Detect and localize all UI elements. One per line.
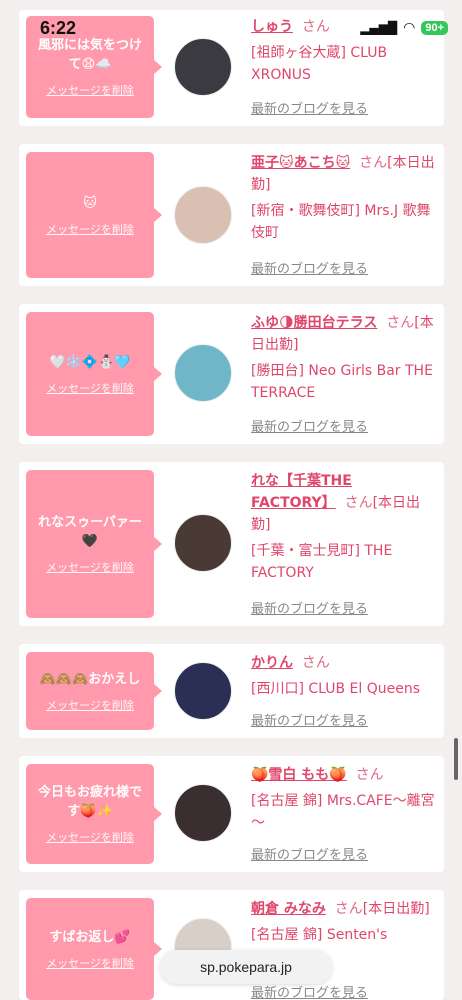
message-card: 風邪には気をつけて😧☁️ メッセージを削除 しゅう さん [祖師ヶ谷大蔵] CL…	[19, 10, 444, 126]
latest-blog-link[interactable]: 最新のブログを見る	[251, 416, 368, 435]
message-bubble: すばお返し💕 メッセージを削除	[26, 898, 162, 1000]
latest-blog-link[interactable]: 最新のブログを見る	[251, 98, 368, 117]
message-text: れなスゥーパァー🖤	[38, 515, 142, 549]
cast-name-link[interactable]: れな【千葉THE FACTORY】	[251, 473, 352, 511]
delete-message-link[interactable]: メッセージを削除	[46, 955, 134, 971]
message-bubble: 風邪には気をつけて😧☁️ メッセージを削除	[26, 16, 162, 118]
shop-name: [祖師ヶ谷大蔵] CLUB XRONUS	[251, 45, 388, 83]
message-bubble: 今日もお疲れ様です🍑✨ メッセージを削除	[26, 764, 162, 864]
cast-name-link[interactable]: しゅう	[251, 19, 293, 35]
avatar[interactable]	[174, 784, 232, 842]
honorific: さん	[301, 19, 330, 35]
message-card: 🙈🙈🙈おかえし メッセージを削除 かりん さん [西川口] CLUB El Qu…	[19, 644, 444, 738]
message-bubble: 🤍❄️💠⛄🩵 メッセージを削除	[26, 312, 162, 436]
message-text: すばお返し💕	[49, 929, 131, 945]
message-card: 🤍❄️💠⛄🩵 メッセージを削除 ふゆ🌗勝田台テラス さん[本日出勤] [勝田台]…	[19, 304, 444, 444]
delete-message-link[interactable]: メッセージを削除	[46, 380, 134, 396]
avatar[interactable]	[174, 662, 232, 720]
shop-name: [西川口] CLUB El Queens	[251, 681, 421, 697]
cast-name-link[interactable]: 朝倉 みなみ	[251, 901, 326, 917]
delete-message-link[interactable]: メッセージを削除	[46, 221, 134, 237]
cast-name-link[interactable]: かりん	[251, 655, 293, 671]
message-text: 🙈🙈🙈おかえし	[39, 671, 141, 687]
cast-info: かりん さん [西川口] CLUB El Queens	[251, 652, 439, 700]
message-card: 🐱 メッセージを削除 亜子🐱あこち🐱 さん[本日出勤] [新宿・歌舞伎町] Mr…	[19, 144, 444, 286]
message-bubble: 🙈🙈🙈おかえし メッセージを削除	[26, 652, 162, 730]
cast-info: ふゆ🌗勝田台テラス さん[本日出勤] [勝田台] Neo Girls Bar T…	[251, 312, 439, 404]
honorific: さん	[359, 155, 388, 171]
delete-message-link[interactable]: メッセージを削除	[46, 829, 134, 845]
message-text: 🤍❄️💠⛄🩵	[49, 354, 131, 370]
honorific: さん	[301, 655, 330, 671]
work-status: [本日出勤]	[362, 901, 430, 917]
shop-name: [新宿・歌舞伎町] Mrs.J 歌舞伎町	[251, 203, 431, 241]
delete-message-link[interactable]: メッセージを削除	[46, 82, 134, 98]
message-text: 今日もお疲れ様です🍑✨	[37, 785, 142, 819]
cast-name-link[interactable]: 亜子🐱あこち🐱	[251, 155, 350, 171]
honorific: さん	[334, 901, 363, 917]
cast-info: 亜子🐱あこち🐱 さん[本日出勤] [新宿・歌舞伎町] Mrs.J 歌舞伎町	[251, 152, 439, 244]
cast-info: れな【千葉THE FACTORY】 さん[本日出勤] [千葉・富士見町] THE…	[251, 470, 439, 584]
url-bar[interactable]: sp.pokepara.jp	[160, 950, 332, 984]
shop-name: [名古屋 錦] Mrs.CAFE～離宮～	[251, 793, 435, 831]
cast-name-link[interactable]: 🍑雪白 もも🍑	[251, 767, 347, 783]
avatar[interactable]	[174, 186, 232, 244]
avatar[interactable]	[174, 514, 232, 572]
cast-info: しゅう さん [祖師ヶ谷大蔵] CLUB XRONUS	[251, 16, 439, 86]
scrollbar[interactable]	[454, 738, 458, 780]
latest-blog-link[interactable]: 最新のブログを見る	[251, 844, 368, 863]
honorific: さん	[344, 495, 373, 511]
message-card: 今日もお疲れ様です🍑✨ メッセージを削除 🍑雪白 もも🍑 さん [名古屋 錦] …	[19, 756, 444, 872]
avatar[interactable]	[174, 38, 232, 96]
honorific: さん	[355, 767, 384, 783]
cast-info: 朝倉 みなみ さん[本日出勤] [名古屋 錦] Senten's	[251, 898, 439, 946]
latest-blog-link[interactable]: 最新のブログを見る	[251, 598, 368, 617]
shop-name: [千葉・富士見町] THE FACTORY	[251, 543, 393, 581]
latest-blog-link[interactable]: 最新のブログを見る	[251, 258, 368, 277]
message-bubble: 🐱 メッセージを削除	[26, 152, 162, 278]
delete-message-link[interactable]: メッセージを削除	[46, 559, 134, 575]
message-bubble: れなスゥーパァー🖤 メッセージを削除	[26, 470, 162, 618]
shop-name: [勝田台] Neo Girls Bar THE TERRACE	[251, 363, 433, 401]
latest-blog-link[interactable]: 最新のブログを見る	[251, 982, 368, 1000]
cast-info: 🍑雪白 もも🍑 さん [名古屋 錦] Mrs.CAFE～離宮～	[251, 764, 439, 834]
cast-name-link[interactable]: ふゆ🌗勝田台テラス	[251, 315, 377, 331]
message-text: 風邪には気をつけて😧☁️	[37, 38, 142, 72]
latest-blog-link[interactable]: 最新のブログを見る	[251, 710, 368, 729]
shop-name: [名古屋 錦] Senten's	[251, 927, 388, 943]
message-card: れなスゥーパァー🖤 メッセージを削除 れな【千葉THE FACTORY】 さん[…	[19, 462, 444, 626]
avatar[interactable]	[174, 344, 232, 402]
delete-message-link[interactable]: メッセージを削除	[46, 697, 134, 713]
honorific: さん	[386, 315, 415, 331]
message-text: 🐱	[83, 195, 97, 211]
